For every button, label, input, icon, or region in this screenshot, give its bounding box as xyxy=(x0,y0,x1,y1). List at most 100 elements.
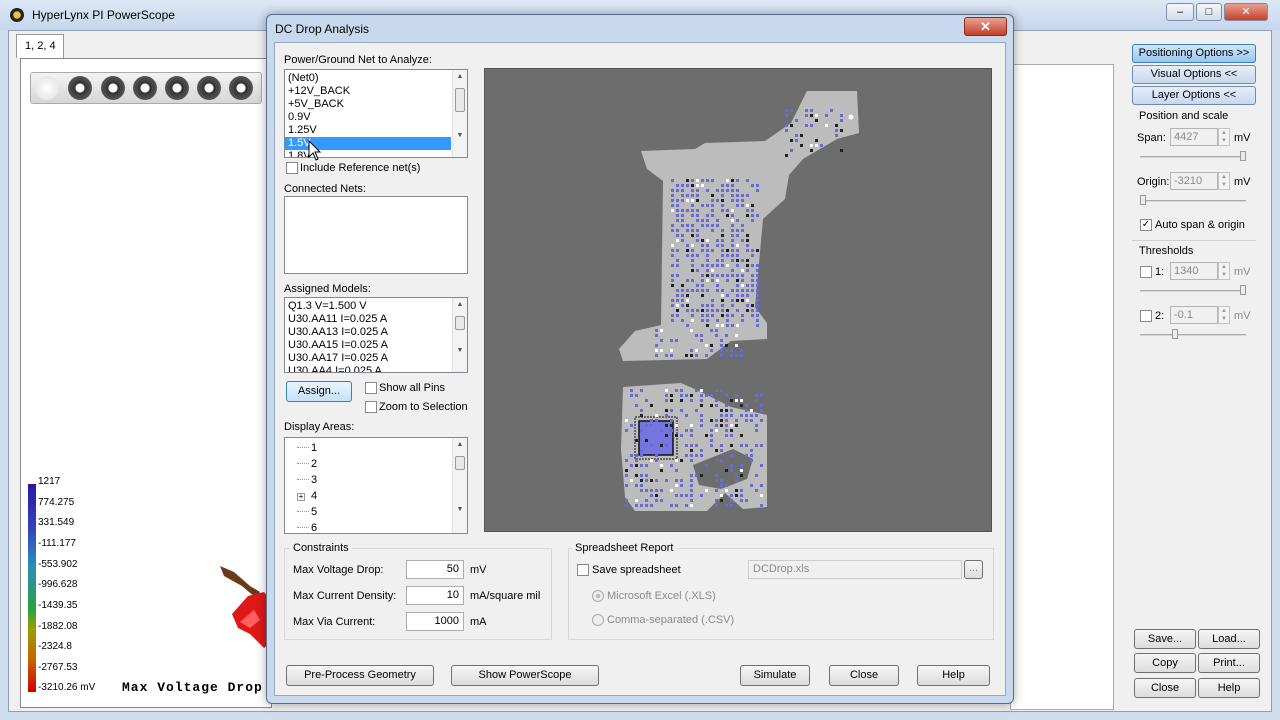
simulate-button[interactable]: Simulate xyxy=(740,665,810,686)
expand-icon[interactable]: + xyxy=(297,493,305,501)
net-list-scrollbar[interactable]: ▲ ▼ xyxy=(452,70,467,157)
threshold-2-input[interactable]: -0.1 xyxy=(1170,306,1218,324)
main-close-button[interactable]: ✕ xyxy=(1224,3,1268,21)
via-mark xyxy=(655,454,658,457)
max-voltage-drop-input[interactable]: 50 xyxy=(406,560,464,579)
scroll-up-icon[interactable]: ▲ xyxy=(453,438,467,452)
tree-item[interactable]: 2 xyxy=(297,456,447,472)
scroll-down-icon[interactable]: ▼ xyxy=(453,129,467,143)
tree-item[interactable]: 1 xyxy=(297,440,447,456)
panel-help-button[interactable]: Help xyxy=(1198,678,1260,698)
threshold-2-checkbox[interactable] xyxy=(1140,310,1152,322)
display-areas-tree[interactable]: 1 2 3 +4 5 6 ▲ ▼ xyxy=(284,437,468,534)
via-mark xyxy=(671,264,674,267)
via-mark xyxy=(725,404,728,407)
blank-tool-icon[interactable] xyxy=(35,76,59,100)
assign-button[interactable]: Assign... xyxy=(286,381,352,402)
visual-options-button[interactable]: Visual Options << xyxy=(1132,65,1256,84)
via-mark xyxy=(721,204,724,207)
browse-button[interactable]: ... xyxy=(964,560,983,579)
list-item[interactable]: U30.AA4 I=0.025 A xyxy=(285,365,451,372)
list-item[interactable]: +5V_BACK xyxy=(285,98,451,111)
threshold-1-thumb[interactable] xyxy=(1240,285,1246,295)
csv-radio[interactable] xyxy=(592,614,604,626)
areas-tree-scrollbar[interactable]: ▲ ▼ xyxy=(452,438,467,533)
dialog-close-button[interactable]: ✕ xyxy=(964,17,1007,36)
origin-slider[interactable] xyxy=(1140,200,1246,202)
board-layout-preview[interactable] xyxy=(484,68,992,532)
threshold-1-slider[interactable] xyxy=(1140,290,1246,292)
print-button[interactable]: Print... xyxy=(1198,653,1260,673)
via-mark xyxy=(740,499,743,502)
list-item[interactable]: U30.AA15 I=0.025 A xyxy=(285,339,451,352)
spreadsheet-filename-input[interactable]: DCDrop.xls xyxy=(748,560,962,579)
span-slider-thumb[interactable] xyxy=(1240,151,1246,161)
threshold-2-slider[interactable] xyxy=(1140,334,1246,336)
dialog-help-button[interactable]: Help xyxy=(917,665,990,686)
include-reference-checkbox[interactable] xyxy=(286,162,298,174)
via-mark xyxy=(701,264,704,267)
scroll-thumb[interactable] xyxy=(455,88,465,112)
maximize-button[interactable]: □ xyxy=(1196,3,1222,21)
tree-item[interactable]: 5 xyxy=(297,504,447,520)
save-button[interactable]: Save... xyxy=(1134,629,1196,649)
preprocess-geometry-button[interactable]: Pre-Process Geometry xyxy=(286,665,434,686)
scroll-down-icon[interactable]: ▼ xyxy=(453,503,467,517)
tree-item[interactable]: 3 xyxy=(297,472,447,488)
span-slider[interactable] xyxy=(1140,156,1246,158)
excel-radio[interactable] xyxy=(592,590,604,602)
tree-item[interactable]: 6 xyxy=(297,520,447,533)
list-item[interactable]: U30.AA13 I=0.025 A xyxy=(285,326,451,339)
models-list-scrollbar[interactable]: ▲ ▼ xyxy=(452,298,467,372)
list-item[interactable]: 0.9V xyxy=(285,111,451,124)
target-icon[interactable] xyxy=(133,76,157,100)
scroll-up-icon[interactable]: ▲ xyxy=(453,70,467,84)
layer-options-button[interactable]: Layer Options << xyxy=(1132,86,1256,105)
scroll-thumb[interactable] xyxy=(455,456,465,470)
max-current-density-input[interactable]: 10 xyxy=(406,586,464,605)
span-spinner[interactable]: ▲ ▼ xyxy=(1218,128,1230,146)
list-item[interactable]: (Net0) xyxy=(285,72,451,85)
rotate-icon[interactable] xyxy=(165,76,189,100)
panel-close-button[interactable]: Close xyxy=(1134,678,1196,698)
threshold-1-checkbox[interactable] xyxy=(1140,266,1152,278)
list-item[interactable]: 1.25V xyxy=(285,124,451,137)
show-all-pins-checkbox[interactable] xyxy=(365,382,377,394)
via-mark xyxy=(700,399,703,402)
origin-input[interactable]: -3210 xyxy=(1170,172,1218,190)
span-input[interactable]: 4427 xyxy=(1170,128,1218,146)
pan-icon[interactable] xyxy=(68,76,92,100)
origin-spinner[interactable]: ▲ ▼ xyxy=(1218,172,1230,190)
dialog-close-action-button[interactable]: Close xyxy=(829,665,899,686)
connected-nets-list[interactable] xyxy=(284,196,468,274)
via-mark xyxy=(756,314,759,317)
scroll-down-icon[interactable]: ▼ xyxy=(453,344,467,358)
tab-1-2-4[interactable]: 1, 2, 4 xyxy=(16,34,64,58)
fit-view-icon[interactable] xyxy=(229,76,253,100)
minimize-button[interactable]: – xyxy=(1166,3,1194,21)
scroll-up-icon[interactable]: ▲ xyxy=(453,298,467,312)
origin-slider-thumb[interactable] xyxy=(1140,195,1146,205)
max-via-current-input[interactable]: 1000 xyxy=(406,612,464,631)
scroll-thumb[interactable] xyxy=(455,316,465,330)
threshold-2-spinner[interactable]: ▲ ▼ xyxy=(1218,306,1230,324)
save-spreadsheet-checkbox[interactable] xyxy=(577,564,589,576)
threshold-2-thumb[interactable] xyxy=(1172,329,1178,339)
list-item[interactable]: Q1.3 V=1.500 V xyxy=(285,300,451,313)
copy-button[interactable]: Copy xyxy=(1134,653,1196,673)
threshold-1-spinner[interactable]: ▲ ▼ xyxy=(1218,262,1230,280)
tree-item[interactable]: +4 xyxy=(297,488,447,504)
via-mark xyxy=(691,234,694,237)
auto-span-checkbox[interactable]: ✓ xyxy=(1140,219,1152,231)
load-button[interactable]: Load... xyxy=(1198,629,1260,649)
zoom-to-selection-checkbox[interactable] xyxy=(365,401,377,413)
list-item[interactable]: U30.AA11 I=0.025 A xyxy=(285,313,451,326)
assigned-models-list[interactable]: Q1.3 V=1.500 V U30.AA11 I=0.025 A U30.AA… xyxy=(284,297,468,373)
stop-icon[interactable] xyxy=(197,76,221,100)
threshold-1-input[interactable]: 1340 xyxy=(1170,262,1218,280)
list-item[interactable]: U30.AA17 I=0.025 A xyxy=(285,352,451,365)
positioning-options-button[interactable]: Positioning Options >> xyxy=(1132,44,1256,63)
list-item[interactable]: +12V_BACK xyxy=(285,85,451,98)
zoom-in-icon[interactable] xyxy=(101,76,125,100)
show-powerscope-button[interactable]: Show PowerScope xyxy=(451,665,599,686)
